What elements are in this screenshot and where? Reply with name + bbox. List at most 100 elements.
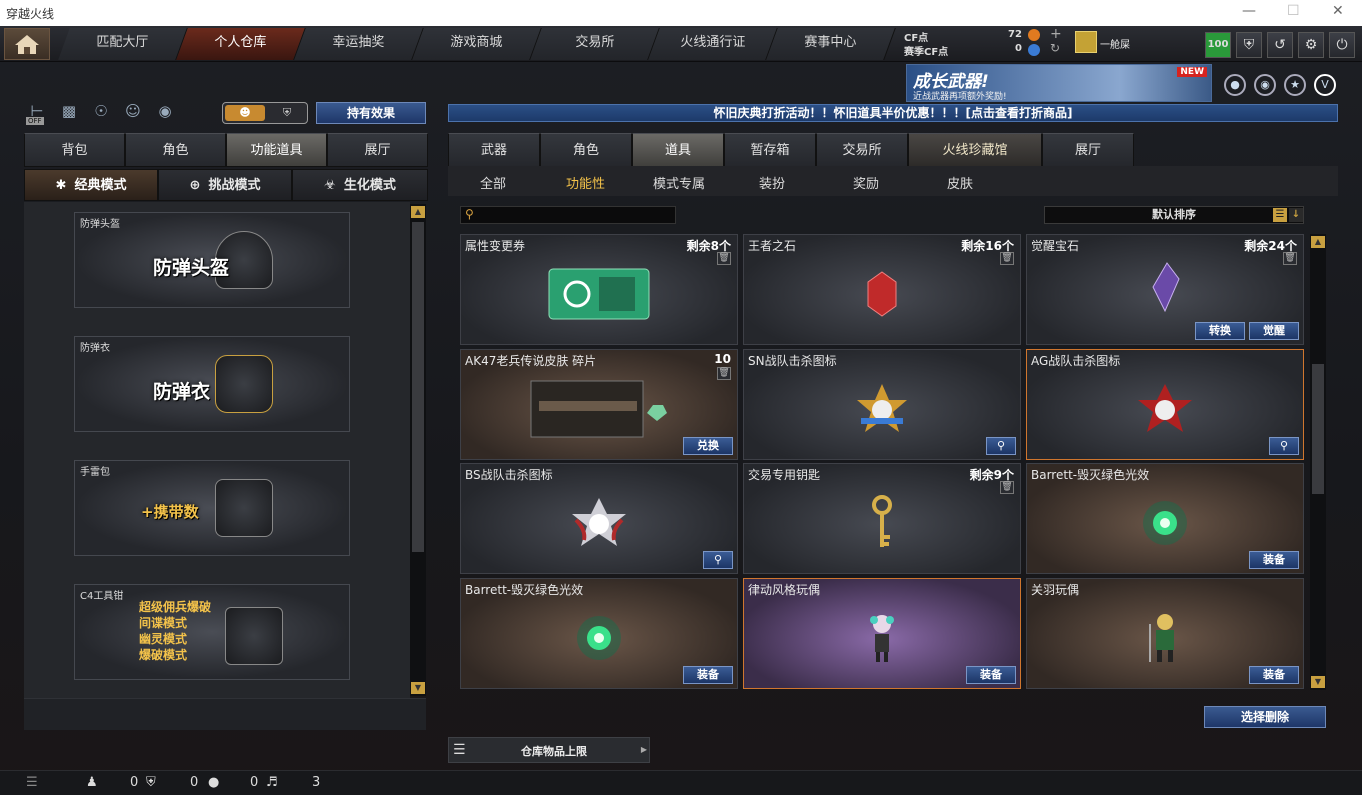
nav-tab-battle-pass[interactable]: 火线通行证 [648, 28, 778, 60]
nav-tab-match-lobby[interactable]: 匹配大厅 [58, 28, 188, 60]
tab-functional-items[interactable]: 功能道具 [226, 133, 327, 167]
nav-tab-game-store[interactable]: 游戏商城 [412, 28, 542, 60]
view-toggle[interactable]: ☻ ⛨ [222, 102, 308, 124]
card-vest[interactable]: 防弹衣 防弹衣 [74, 336, 350, 432]
card-grenade-pack[interactable]: 手雷包 +携带数 [74, 460, 350, 556]
trash-icon[interactable]: 🗑 [1283, 252, 1297, 265]
item-card[interactable]: 王者之石 剩余16个 🗑 [743, 234, 1021, 345]
minimize-icon[interactable]: — [1242, 3, 1256, 19]
item-card[interactable]: 觉醒宝石 剩余24个 🗑 转换 觉醒 [1026, 234, 1304, 345]
subtab-functional[interactable]: 功能性 [566, 173, 605, 192]
items-scrollbar[interactable]: ▲ ▼ [1310, 234, 1326, 690]
scroll-thumb[interactable] [1312, 364, 1324, 494]
character-icon[interactable]: ☺ [122, 102, 144, 124]
mode-classic[interactable]: ✱ 经典模式 [24, 169, 158, 201]
magnify-icon[interactable]: ⚲ [1269, 437, 1299, 455]
badge-icon-1[interactable]: ● [1224, 74, 1246, 96]
promo-banner[interactable]: 成长武器! 近战武器再项额外奖励! NEW [906, 64, 1212, 102]
scroll-up-icon[interactable]: ▲ [411, 206, 425, 218]
scroll-thumb[interactable] [412, 222, 424, 552]
equip-button[interactable]: 装备 [1249, 666, 1299, 684]
subtab-all[interactable]: 全部 [480, 173, 506, 192]
item-card[interactable]: AK47老兵传说皮肤 碎片 10 🗑 兑换 [460, 349, 738, 460]
trash-icon[interactable]: 🗑 [1000, 252, 1014, 265]
item-card[interactable]: 关羽玩偶 装备 [1026, 578, 1304, 689]
item-card[interactable]: 交易专用钥匙 剩余9个 🗑 [743, 463, 1021, 574]
awaken-button[interactable]: 觉醒 [1249, 322, 1299, 340]
item-card[interactable]: AG战队击杀图标 ⚲ [1026, 349, 1304, 460]
item-card[interactable]: BS战队击杀图标 ⚲ [460, 463, 738, 574]
tab-backpack[interactable]: 背包 [24, 133, 125, 167]
tab-collection[interactable]: 火线珍藏馆 [908, 133, 1042, 167]
equip-button[interactable]: 装备 [683, 666, 733, 684]
item-card[interactable]: 律动风格玩偶 装备 [743, 578, 1021, 689]
card-helmet[interactable]: 防弹头盔 防弹头盔 [74, 212, 350, 308]
nav-tab-exchange[interactable]: 交易所 [530, 28, 660, 60]
select-delete-button[interactable]: 选择删除 [1204, 706, 1326, 728]
trash-icon[interactable]: 🗑 [717, 252, 731, 265]
tab-showroom[interactable]: 展厅 [327, 133, 428, 167]
sale-notice[interactable]: 怀旧庆典打折活动！！怀旧道具半价优惠！！！[点击查看打折商品] [448, 104, 1338, 122]
tab-character[interactable]: 角色 [125, 133, 226, 167]
subtab-mode-exclusive[interactable]: 模式专属 [653, 173, 705, 192]
refresh-icon[interactable]: ↻ [1050, 41, 1060, 55]
grenade-icon[interactable]: ◉ [154, 102, 176, 124]
badge-icon-4[interactable]: V [1314, 74, 1336, 96]
equip-button[interactable]: 装备 [966, 666, 1016, 684]
mode-challenge[interactable]: ⊕ 挑战模式 [158, 169, 292, 201]
mode-biochem[interactable]: ☣ 生化模式 [292, 169, 428, 201]
tab-trade[interactable]: 交易所 [816, 133, 908, 167]
item-card[interactable]: Barrett-毁灭绿色光效 装备 [460, 578, 738, 689]
gear-icon[interactable]: ⚙ [1298, 32, 1324, 58]
scroll-up-icon[interactable]: ▲ [1311, 236, 1325, 248]
trash-icon[interactable]: 🗑 [717, 367, 731, 380]
close-icon[interactable]: ✕ [1332, 3, 1344, 19]
power-icon[interactable]: ⏻ [1329, 32, 1355, 58]
nav-tab-lucky-draw[interactable]: 幸运抽奖 [294, 28, 424, 60]
subtab-dressup[interactable]: 装扮 [759, 173, 785, 192]
item-card[interactable]: SN战队击杀图标 ⚲ [743, 349, 1021, 460]
owned-effects-button[interactable]: 持有效果 [316, 102, 426, 124]
maximize-icon[interactable]: ☐ [1287, 3, 1300, 19]
badge-icon-2[interactable]: ◉ [1254, 74, 1276, 96]
friends-icon[interactable]: ♟ [86, 775, 98, 790]
nav-tab-event-center[interactable]: 赛事中心 [766, 28, 896, 60]
list-view-icon[interactable]: ☰ [1273, 208, 1287, 222]
eye-icon[interactable]: ☉ [90, 102, 112, 124]
nav-tab-personal-warehouse[interactable]: 个人仓库 [176, 28, 306, 60]
item-card[interactable]: 属性变更券 剩余8个 🗑 [460, 234, 738, 345]
expand-arrow-icon[interactable]: ▶ [641, 745, 647, 754]
magnify-icon[interactable]: ⚲ [703, 551, 733, 569]
scroll-down-icon[interactable]: ▼ [1311, 676, 1325, 688]
subtab-skins[interactable]: 皮肤 [947, 173, 973, 192]
equip-button[interactable]: 装备 [1249, 551, 1299, 569]
scroll-down-icon[interactable]: ▼ [411, 682, 425, 694]
chat-icon[interactable]: ● [208, 775, 219, 790]
redeem-button[interactable]: 兑换 [683, 437, 733, 455]
trash-icon[interactable]: 🗑 [1000, 481, 1014, 494]
clan-icon[interactable]: ⛨ [146, 775, 156, 790]
tab-characters[interactable]: 角色 [540, 133, 632, 167]
capacity-bar[interactable]: ☰ 仓库物品上限 ▶ [448, 737, 650, 763]
tab-main-showroom[interactable]: 展厅 [1042, 133, 1134, 167]
convert-button[interactable]: 转换 [1195, 322, 1245, 340]
menu-icon[interactable]: ☰ [26, 775, 38, 790]
magnify-icon[interactable]: ⚲ [986, 437, 1016, 455]
tab-storage[interactable]: 暂存箱 [724, 133, 816, 167]
search-input[interactable]: ⚲ [460, 206, 676, 224]
left-scrollbar[interactable]: ▲ ▼ [410, 204, 426, 696]
sort-dropdown[interactable]: 默认排序 ☰ ↓ [1044, 206, 1304, 224]
add-cf-icon[interactable]: + [1050, 26, 1062, 42]
home-button[interactable] [4, 28, 50, 60]
subtab-rewards[interactable]: 奖励 [853, 173, 879, 192]
level-badge[interactable]: 100 [1205, 32, 1231, 58]
sort-direction-icon[interactable]: ↓ [1289, 208, 1303, 222]
card-c4-tool[interactable]: C4工具钳 超级佣兵爆破 间谍模式 幽灵模式 爆破模式 [74, 584, 350, 680]
tab-weapons[interactable]: 武器 [448, 133, 540, 167]
speaker-icon[interactable]: ♬ [266, 775, 278, 790]
stats-icon[interactable]: ▩ [58, 102, 80, 124]
transfer-icon[interactable]: ↺ [1267, 32, 1293, 58]
tab-items[interactable]: 道具 [632, 133, 724, 167]
badge-icon-3[interactable]: ★ [1284, 74, 1306, 96]
shield-icon[interactable]: ⛨ [1236, 32, 1262, 58]
